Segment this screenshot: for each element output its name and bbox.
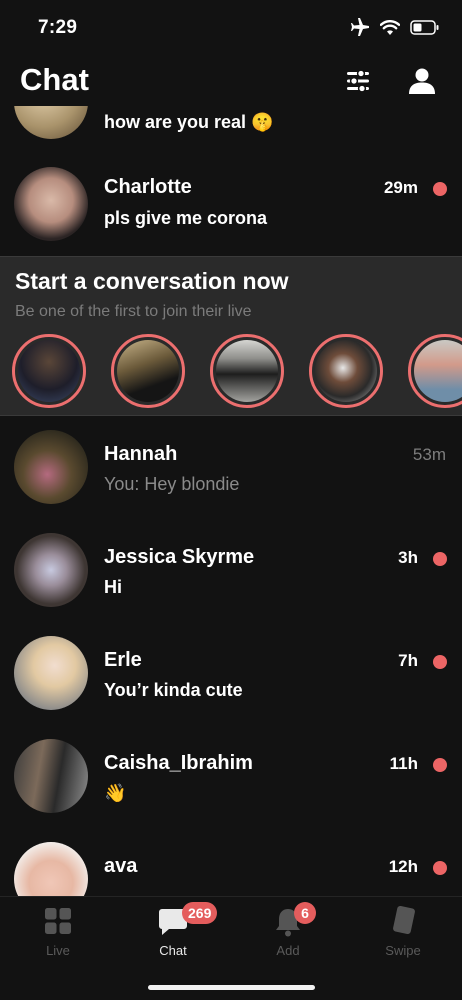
chat-time: 12h xyxy=(388,857,418,876)
story-avatar xyxy=(216,340,278,402)
unread-dot xyxy=(433,552,447,566)
chat-row[interactable]: Caisha_Ibrahim 👋 11h xyxy=(0,725,462,828)
story-avatar xyxy=(414,340,462,402)
tab-swipe[interactable]: Swipe xyxy=(363,905,443,965)
chat-message: 👋 xyxy=(104,783,127,803)
unread-dot xyxy=(433,182,447,196)
tab-label: Live xyxy=(46,943,70,958)
profile-button[interactable] xyxy=(407,66,437,96)
tab-label: Chat xyxy=(159,943,187,958)
chat-name: Caisha_Ibrahim xyxy=(104,752,253,774)
avatar xyxy=(14,842,88,896)
airplane-icon xyxy=(351,18,369,36)
avatar xyxy=(14,167,88,241)
live-story[interactable] xyxy=(111,334,185,408)
live-story[interactable] xyxy=(12,334,86,408)
story-avatar xyxy=(18,340,80,402)
unread-dot xyxy=(433,758,447,772)
chat-row[interactable]: Jessica Skyrme Hi 3h xyxy=(0,519,462,622)
status-bar: 7:29 xyxy=(0,0,462,56)
status-icons xyxy=(350,18,440,36)
person-icon xyxy=(409,68,435,94)
chat-time: 3h xyxy=(398,548,418,567)
card-icon xyxy=(393,905,415,935)
chat-time: 7h xyxy=(398,651,418,670)
story-avatar xyxy=(117,340,179,402)
chat-message: how are you real 🤫 xyxy=(104,112,274,132)
live-story[interactable] xyxy=(408,334,462,408)
tab-live[interactable]: Live xyxy=(18,905,98,965)
chat-time: 29m xyxy=(383,178,418,197)
story-avatar xyxy=(315,340,377,402)
chat-row[interactable]: ava 12h xyxy=(0,828,462,896)
status-time: 7:29 xyxy=(38,17,78,38)
tab-label: Add xyxy=(276,943,300,958)
chat-name: ava xyxy=(104,855,138,877)
promo-title: Start a conversation now xyxy=(15,268,289,294)
header: Chat xyxy=(0,56,462,106)
chat-row[interactable]: how are you real 🤫 xyxy=(0,106,462,153)
chat-row[interactable]: Charlotte pls give me corona 29m xyxy=(0,153,462,256)
notification-badge: 6 xyxy=(294,902,316,924)
live-story[interactable] xyxy=(309,334,383,408)
home-indicator xyxy=(148,985,315,990)
chat-message: You’r kinda cute xyxy=(104,680,243,700)
grid-icon xyxy=(45,908,71,934)
live-story[interactable] xyxy=(210,334,284,408)
promo-subtitle: Be one of the first to join their live xyxy=(15,303,252,320)
chat-name: Jessica Skyrme xyxy=(104,546,255,568)
chat-time: 53m xyxy=(412,445,446,464)
chat-badge: 269 xyxy=(182,902,218,924)
chat-time: 11h xyxy=(389,754,418,773)
avatar xyxy=(14,739,88,813)
chat-name: Erle xyxy=(104,649,142,671)
chat-message: Hi xyxy=(104,577,122,597)
page-title: Chat xyxy=(20,62,89,97)
tab-chat[interactable]: 269 Chat xyxy=(133,902,218,965)
wifi-icon xyxy=(380,19,400,35)
unread-dot xyxy=(433,861,447,875)
sliders-icon xyxy=(347,69,369,93)
filter-button[interactable] xyxy=(343,66,373,96)
battery-icon xyxy=(410,19,439,35)
avatar xyxy=(14,430,88,504)
chat-row[interactable]: Erle You’r kinda cute 7h xyxy=(0,622,462,725)
avatar xyxy=(14,533,88,607)
chat-name: Hannah xyxy=(104,443,178,465)
chat-message: pls give me corona xyxy=(104,208,268,228)
unread-dot xyxy=(433,655,447,669)
chat-message: You: Hey blondie xyxy=(104,474,240,494)
chat-name: Charlotte xyxy=(104,176,192,198)
live-promo: Start a conversation now Be one of the f… xyxy=(0,256,462,416)
chat-row[interactable]: Hannah You: Hey blondie 53m xyxy=(0,416,462,519)
tab-add[interactable]: 6 Add xyxy=(248,902,328,965)
avatar xyxy=(14,636,88,710)
chat-list[interactable]: how are you real 🤫 Charlotte pls give me… xyxy=(0,106,462,896)
tab-label: Swipe xyxy=(385,943,421,958)
avatar xyxy=(14,106,88,139)
